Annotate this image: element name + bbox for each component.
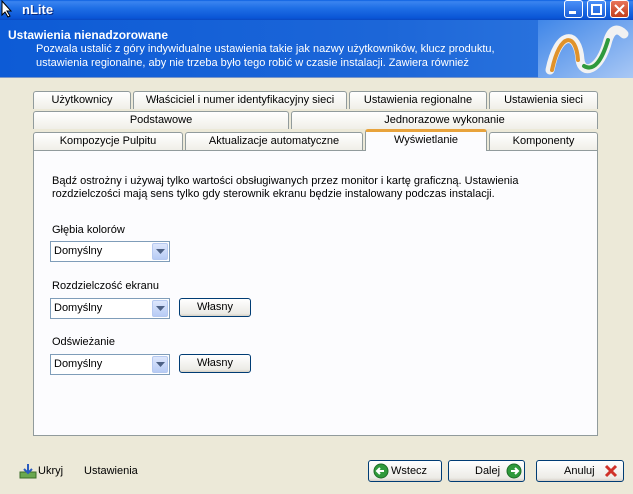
page-title: Ustawienia nienadzorowane: [8, 28, 169, 42]
next-arrow-icon: [506, 463, 522, 479]
close-icon: [614, 4, 625, 15]
minimize-icon: [569, 11, 576, 14]
maximize-icon: [591, 4, 602, 15]
nlite-logo-icon: [538, 20, 633, 78]
refresh-select[interactable]: Domyślny: [50, 354, 170, 375]
tab-themes[interactable]: Kompozycje Pulpitu: [33, 132, 183, 150]
header-banner: Ustawienia nienadzorowane Pozwala ustali…: [0, 20, 633, 78]
cancel-label: Anuluj: [564, 465, 595, 477]
refresh-value: Domyślny: [54, 358, 103, 370]
cancel-x-icon: [604, 464, 618, 478]
dropdown-arrow-button[interactable]: [152, 243, 168, 260]
tab-basic[interactable]: Podstawowe: [33, 111, 289, 129]
title-bar[interactable]: nLite: [0, 0, 633, 20]
tab-runonce[interactable]: Jednorazowe wykonanie: [291, 111, 598, 129]
next-button[interactable]: Dalej: [448, 460, 525, 482]
warning-text: Bądź ostrożny i używaj tylko wartości ob…: [52, 175, 519, 200]
page-description: Pozwala ustalić z góry indywidualne usta…: [36, 43, 495, 69]
tab-owner[interactable]: Właściciel i numer identyfikacyjny sieci: [133, 91, 347, 109]
maximize-button[interactable]: [587, 0, 606, 18]
resolution-value: Domyślny: [54, 302, 103, 314]
refresh-label: Odświeżanie: [52, 336, 115, 348]
tab-updates[interactable]: Aktualizacje automatyczne: [185, 132, 363, 150]
close-button[interactable]: [610, 0, 629, 18]
resolution-select[interactable]: Domyślny: [50, 298, 170, 319]
chevron-down-icon: [156, 306, 165, 311]
back-label: Wstecz: [391, 465, 428, 477]
settings-link[interactable]: Ustawienia: [84, 465, 138, 477]
chevron-down-icon: [156, 362, 165, 367]
dropdown-arrow-button[interactable]: [152, 300, 168, 317]
chevron-down-icon: [156, 249, 165, 254]
resolution-custom-button[interactable]: Własny: [179, 298, 251, 317]
mouse-cursor-icon: [1, 0, 13, 18]
color-depth-value: Domyślny: [54, 245, 103, 257]
display-settings-panel: Bądź ostrożny i używaj tylko wartości ob…: [33, 150, 598, 436]
tab-components[interactable]: Komponenty: [489, 132, 598, 150]
minimize-button[interactable]: [564, 0, 583, 18]
hide-label: Ukryj: [38, 465, 64, 477]
color-depth-select[interactable]: Domyślny: [50, 241, 170, 262]
cancel-button[interactable]: Anuluj: [536, 460, 624, 482]
window-title: nLite: [22, 2, 54, 17]
refresh-custom-button[interactable]: Własny: [179, 354, 251, 373]
tab-network[interactable]: Ustawienia sieci: [489, 91, 598, 109]
tab-display[interactable]: Wyświetlanie: [365, 129, 487, 151]
hide-down-arrow-icon: [19, 464, 37, 479]
next-label: Dalej: [475, 465, 501, 477]
resolution-label: Rozdzielczość ekranu: [52, 280, 159, 292]
back-arrow-icon: [373, 463, 389, 479]
tab-regional[interactable]: Ustawienia regionalne: [349, 91, 487, 109]
color-depth-label: Głębia kolorów: [52, 224, 125, 236]
dropdown-arrow-button[interactable]: [152, 356, 168, 373]
back-button[interactable]: Wstecz: [368, 460, 442, 482]
tab-users[interactable]: Użytkownicy: [33, 91, 131, 109]
